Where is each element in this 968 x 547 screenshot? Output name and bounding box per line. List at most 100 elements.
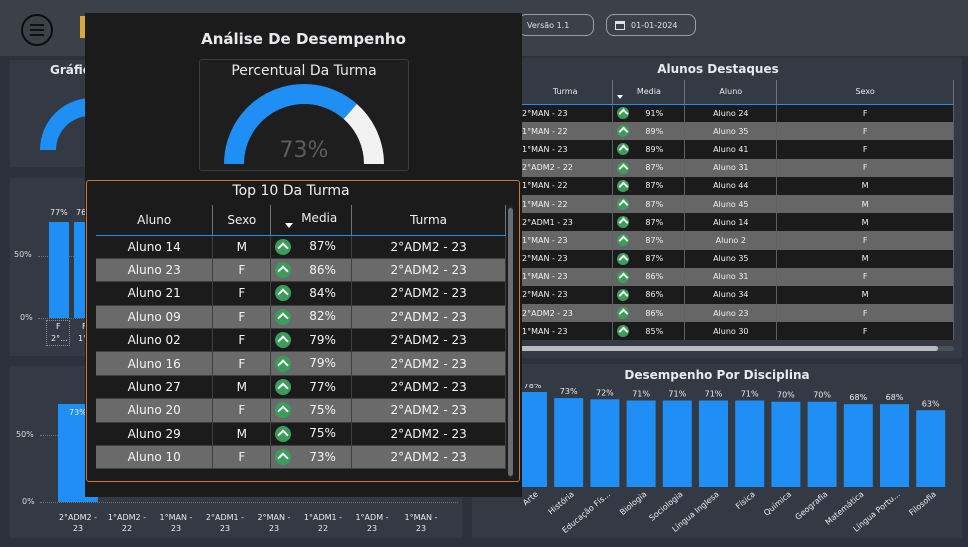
bar	[735, 400, 765, 487]
vertical-scrollbar[interactable]	[508, 206, 513, 478]
table-row[interactable]: 2°MAN - 23 87% Aluno 35 M	[518, 249, 954, 268]
x-axis-label: 2°ADM1 - 23	[201, 512, 249, 534]
cell-aluno: Aluno 24	[684, 104, 778, 123]
bar	[554, 398, 584, 487]
table-row[interactable]: Aluno 27 M 77% 2°ADM2 - 23	[96, 375, 506, 400]
trend-up-icon	[617, 198, 630, 211]
table-row[interactable]: Aluno 02 F 79% 2°ADM2 - 23	[96, 328, 506, 353]
version-badge: Versão 1.1	[518, 14, 594, 36]
cell-media: 89%	[612, 122, 686, 141]
table-row[interactable]: 1°MAN - 22 87% Aluno 44 M	[518, 176, 954, 195]
cell-turma: 2°ADM2 - 23	[351, 258, 506, 283]
table-row[interactable]: 2°ADM2 - 23 86% Aluno 23 F	[518, 304, 954, 323]
column-header-aluno[interactable]: Aluno	[684, 80, 778, 105]
cell-sexo: M	[776, 249, 954, 268]
menu-button[interactable]	[21, 14, 53, 46]
bar	[807, 401, 837, 487]
cell-media: 91%	[612, 104, 686, 123]
bar-label: 70%	[813, 391, 831, 400]
cell-media: 87%	[270, 235, 353, 259]
trend-up-icon	[617, 325, 630, 338]
table-row[interactable]: Aluno 21 F 84% 2°ADM2 - 23	[96, 281, 506, 306]
table-row[interactable]: Aluno 16 F 79% 2°ADM2 - 23	[96, 351, 506, 376]
trend-up-icon	[617, 125, 630, 138]
table-row[interactable]: 1°MAN - 23 86% Aluno 31 F	[518, 267, 954, 286]
cell-media-value: 86%	[645, 290, 664, 300]
trend-up-icon	[617, 270, 630, 283]
table-row[interactable]: Aluno 23 F 86% 2°ADM2 - 23	[96, 258, 506, 283]
column-header-sexo[interactable]: Sexo	[776, 80, 954, 105]
bar-label: 72%	[596, 388, 614, 397]
table-row[interactable]: Aluno 14 M 87% 2°ADM2 - 23	[96, 235, 506, 259]
column-header-media[interactable]: Media	[270, 205, 353, 236]
trend-up-icon	[275, 238, 292, 255]
category-label: Arte	[521, 490, 540, 508]
desempenho-disciplina-title: Desempenho Por Disciplina	[624, 368, 810, 382]
table-row[interactable]: 2°MAN - 23 86% Aluno 34 M	[518, 285, 954, 305]
gauge-value: 73%	[279, 138, 329, 163]
cell-media-value: 89%	[645, 144, 664, 154]
column-header-sexo[interactable]: Sexo	[212, 205, 272, 236]
x-label-line: 1°ADM -	[355, 513, 389, 522]
x-axis-label: 1°MAN - 23	[152, 512, 200, 534]
table-row[interactable]: 1°MAN - 23 87% Aluno 2F	[518, 231, 954, 250]
cell-sexo: M	[776, 213, 954, 232]
cell-aluno: Aluno 31	[684, 267, 778, 286]
table-row[interactable]: 1°MAN - 23 85% Aluno 30 F	[518, 322, 954, 341]
cell-media: 87%	[612, 231, 686, 250]
table-row[interactable]: 2°ADM1 - 23 87% Aluno 14 M	[518, 213, 954, 232]
x-label-line: 1°MAN -	[159, 513, 193, 522]
alunos-destaques-title: Alunos Destaques	[657, 62, 779, 76]
cell-aluno: Aluno 45	[684, 194, 778, 214]
x-label-line: 22	[317, 524, 329, 533]
scrollbar-thumb[interactable]	[508, 208, 513, 476]
cell-media: 87%	[612, 176, 686, 195]
table-row[interactable]: Aluno 20 F 75% 2°ADM2 - 23	[96, 398, 506, 423]
cell-media: 87%	[612, 213, 686, 232]
table-row[interactable]: Aluno 10 F 73% 2°ADM2 - 23	[96, 445, 506, 470]
menu-icon-line	[30, 24, 44, 26]
cell-sexo: M	[212, 375, 272, 400]
x-label-line: 1°ADM2 -	[107, 513, 147, 522]
cell-aluno: Aluno 27	[96, 375, 214, 400]
ytick-0: 0%	[22, 497, 35, 506]
bar-label: 68%	[886, 393, 904, 402]
bar-label: 71%	[632, 390, 650, 399]
table-row[interactable]: Aluno 09 F 82% 2°ADM2 - 23	[96, 305, 506, 330]
cell-aluno: Aluno 20	[96, 398, 214, 423]
menu-icon-line	[30, 29, 44, 31]
x-label-line: 23	[219, 524, 231, 533]
column-header-media-label: Media	[301, 211, 338, 226]
cell-aluno: Aluno 30	[684, 322, 778, 341]
cell-sexo: F	[212, 445, 272, 470]
trend-up-icon	[617, 161, 630, 174]
column-header-media[interactable]: Media	[612, 80, 686, 105]
table-row[interactable]: 2°MAN - 23 91% Aluno 24 F	[518, 104, 954, 123]
column-header-turma[interactable]: Turma	[518, 80, 614, 105]
scrollbar-thumb[interactable]	[518, 346, 938, 351]
trend-up-icon	[275, 355, 292, 372]
table-row[interactable]: 1°MAN - 22 89% Aluno 35 F	[518, 122, 954, 141]
bar	[771, 401, 801, 487]
cell-turma: 2°ADM2 - 23	[351, 351, 506, 376]
cell-turma: 2°ADM2 - 23	[351, 305, 506, 330]
date-selector[interactable]: 01-01-2024	[606, 14, 696, 36]
table-row[interactable]: 2°ADM2 - 22 87% Aluno 31 F	[518, 158, 954, 177]
horizontal-scrollbar[interactable]	[518, 346, 954, 351]
x-label: 2°...	[51, 334, 68, 343]
cell-sexo: M	[212, 422, 272, 447]
bar-label: 71%	[705, 390, 723, 399]
cell-media-value: 75%	[309, 402, 336, 417]
cell-media-value: 82%	[309, 309, 336, 324]
cell-media: 86%	[612, 267, 686, 286]
table-row[interactable]: Aluno 29 M 75% 2°ADM2 - 23	[96, 422, 506, 447]
column-header-turma[interactable]: Turma	[351, 205, 506, 236]
cell-media: 84%	[270, 281, 353, 306]
cell-sexo: F	[776, 304, 954, 323]
table-row[interactable]: 1°MAN - 22 87% Aluno 45 M	[518, 194, 954, 214]
bar-label: 78%	[524, 384, 542, 390]
cell-aluno: Aluno 23	[684, 304, 778, 323]
column-header-media-label: Media	[636, 87, 661, 97]
column-header-aluno[interactable]: Aluno	[96, 205, 214, 236]
table-row[interactable]: 1°MAN - 23 89% Aluno 41 F	[518, 140, 954, 159]
